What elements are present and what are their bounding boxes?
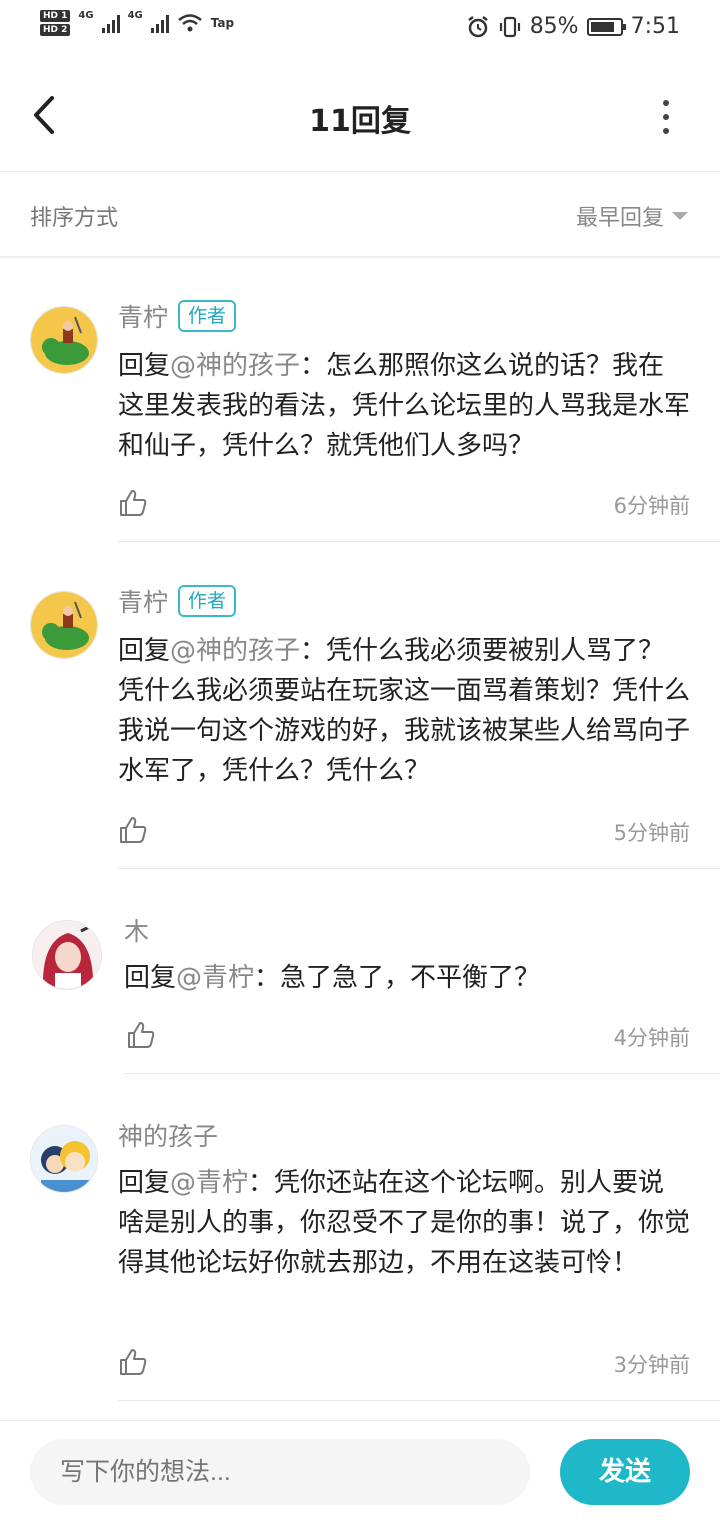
comment-item: 神的孩子 回复@青柠：凭你还站在这个论坛啊。别人要说啥是别人的事，你忍受不了是你… [0,1075,720,1402]
battery-percent: 85% [529,14,579,39]
status-left: HD 1 HD 2 4G 4G Tap [40,10,234,36]
dinosaur-rider-avatar[interactable] [30,591,98,659]
signal-icon [101,13,120,33]
thumbs-up-icon[interactable] [118,488,148,518]
comment-input[interactable] [30,1439,530,1505]
alarm-icon [467,15,488,37]
comment-text: 回复@青柠：凭你还站在这个论坛啊。别人要说啥是别人的事，你忍受不了是你的事！说了… [118,1163,690,1283]
comment-text: 回复@青柠：急了急了，不平衡了？ [124,958,690,998]
comment-author[interactable]: 神的孩子 [118,1117,218,1153]
thumbs-up-icon[interactable] [126,1020,156,1050]
sort-bar: 排序方式 最早回复 [0,172,720,258]
reply-prefix: 回复 [124,963,177,993]
composer-bar: 发送 [0,1420,720,1520]
dinosaur-rider-avatar[interactable] [30,306,98,374]
sort-dropdown[interactable]: 最早回复 [576,200,688,232]
comment-time: 4分钟前 [613,1026,690,1050]
divider [124,1073,720,1074]
send-button[interactable]: 发送 [560,1439,690,1505]
clock: 7:51 [630,14,680,39]
reply-prefix: 回复 [118,351,171,381]
comment-time: 6分钟前 [613,494,690,518]
divider [118,1400,720,1401]
hd2-indicator: HD 2 [40,24,71,36]
author-badge: 作者 [178,585,237,617]
comment-content: ：急了急了，不平衡了？ [254,963,541,993]
reply-prefix: 回复 [118,636,171,666]
comment-item: 青柠 作者 回复@神的孩子：怎么那照你这么说的话？我在这里发表我的看法，凭什么论… [0,258,720,543]
sort-value: 最早回复 [575,206,664,231]
divider [118,541,720,542]
comment-time: 5分钟前 [613,821,690,845]
wifi-icon [177,14,202,32]
mention-link[interactable]: @神的孩子 [170,351,300,381]
divider [118,868,720,869]
comment-text: 回复@神的孩子：凭什么我必须要被别人骂了？凭什么我必须要站在玩家这一面骂着策划？… [118,631,690,791]
comment-item: 木 回复@青柠：急了急了，不平衡了？ 4分钟前 [0,870,720,1075]
app-header: 11回复 [0,62,720,172]
network-type-2: 4G [127,10,143,21]
vibrate-icon [499,16,520,37]
signal-icon [150,13,169,33]
thumbs-up-icon[interactable] [118,815,148,845]
mention-link[interactable]: @青柠 [176,963,254,993]
cartoon-characters-avatar[interactable] [30,1125,98,1193]
status-right: 85% 7:51 [466,14,680,39]
more-vertical-icon[interactable] [656,100,676,134]
author-badge: 作者 [178,300,237,332]
sort-label: 排序方式 [30,206,119,231]
battery-icon [586,17,626,36]
network-type-1: 4G [78,10,94,21]
comment-item: 青柠 作者 回复@神的孩子：凭什么我必须要被别人骂了？凭什么我必须要站在玩家这一… [0,543,720,870]
anime-girl-avatar[interactable] [32,920,102,990]
tap-indicator: Tap [210,16,235,30]
mention-link[interactable]: @神的孩子 [170,636,300,666]
caret-down-icon [672,212,688,220]
hd1-indicator: HD 1 [40,10,71,22]
comment-author[interactable]: 木 [124,912,149,948]
thumbs-up-icon[interactable] [118,1347,148,1377]
comment-author[interactable]: 青柠 [118,583,168,619]
mention-link[interactable]: @青柠 [170,1168,248,1198]
reply-prefix: 回复 [118,1168,171,1198]
page-title: 11回复 [309,104,411,139]
status-bar: HD 1 HD 2 4G 4G Tap 85% 7:51 [0,0,720,62]
comment-time: 3分钟前 [613,1353,690,1377]
comment-text: 回复@神的孩子：怎么那照你这么说的话？我在这里发表我的看法，凭什么论坛里的人骂我… [118,346,690,466]
comment-author[interactable]: 青柠 [118,298,168,334]
